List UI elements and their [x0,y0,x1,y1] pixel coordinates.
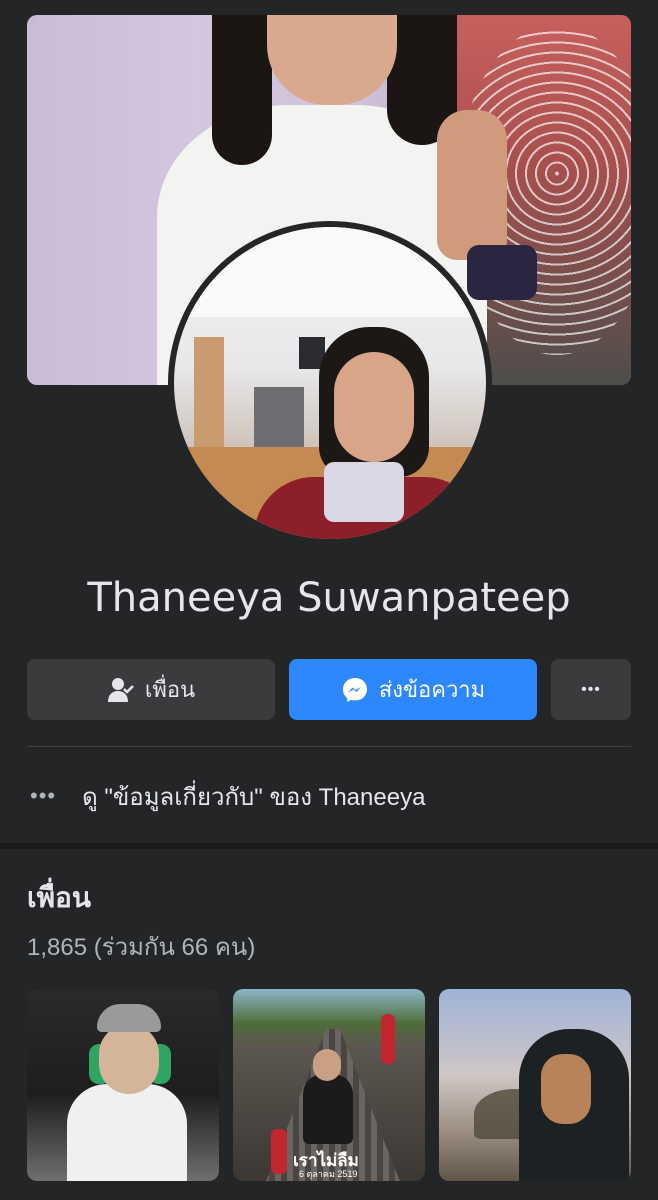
friend-2-overlay-subtitle: 6 ตุลาคม 2519 [299,1169,358,1179]
friends-button[interactable]: เพื่อน [27,659,275,720]
avatar-face [334,352,414,462]
avatar-door [194,337,224,447]
more-dots-icon: ••• [30,783,57,808]
about-link-row[interactable]: ••• ดู "ข้อมูลเกี่ยวกับ" ของ Thaneeya [30,776,425,816]
friends-button-label: เพื่อน [144,677,196,702]
message-button[interactable]: ส่งข้อความ [289,659,537,720]
friends-count: 1,865 (ร่วมกัน 66 คน) [27,934,256,961]
profile-avatar[interactable] [168,221,492,545]
friend-2-person [303,1074,353,1144]
friend-2-red-figure [271,1129,287,1174]
about-link-text: ดู "ข้อมูลเกี่ยวกับ" ของ Thaneeya [82,783,426,811]
cover-face [267,15,397,105]
more-dots-icon: ••• [581,680,601,698]
friend-card[interactable] [27,989,219,1181]
message-button-label: ส่งข้อความ [378,677,486,702]
friend-2-red-figure [381,1014,395,1064]
divider [27,746,631,747]
friend-1-cap [97,1004,161,1032]
person-check-icon [107,677,134,702]
friend-2-head [313,1049,341,1081]
section-separator [0,843,658,849]
messenger-icon [342,677,367,702]
more-options-button[interactable]: ••• [551,659,631,720]
profile-name: Thaneeya Suwanpateep [87,575,571,621]
cover-hair-left [212,15,272,165]
avatar-ceiling [174,227,486,317]
avatar-photo [174,227,486,539]
friend-card[interactable] [439,989,631,1181]
friend-1-head [99,1024,159,1094]
friend-3-face [541,1054,591,1124]
friend-1-shirt [67,1084,187,1181]
friend-card[interactable]: เราไม่ลืม 6 ตุลาคม 2519 [233,989,425,1181]
avatar-scarf [324,462,404,522]
friends-section-title[interactable]: เพื่อน [27,876,91,920]
